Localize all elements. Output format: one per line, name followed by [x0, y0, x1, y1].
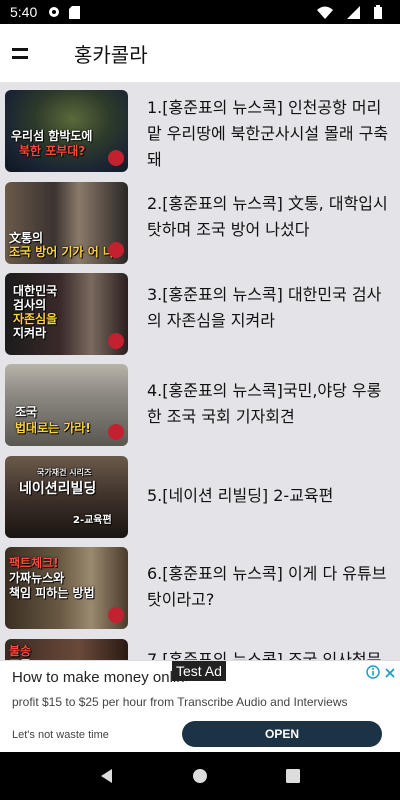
list-item[interactable]: 불송 조국 7.[홍준표의 뉴스콕] 조국 인사청문	[0, 637, 400, 660]
video-title: 4.[홍준표의 뉴스콕]국민,야당 우롱한 조국 국회 기자회견	[147, 381, 382, 426]
video-thumbnail: 조국 법대로는 가라!	[5, 364, 128, 446]
ad-subtext: Let's not waste time	[12, 729, 109, 741]
app-bar: 홍카콜라	[0, 24, 400, 82]
home-button[interactable]	[180, 756, 220, 796]
list-item[interactable]: 국가재건 시리즈 네이션리빌딩 2-교육편 5.[네이션 리빌딩] 2-교육편	[0, 454, 400, 542]
video-list[interactable]: 우리섬 함박도에 북한 포부대? 1.[홍준표의 뉴스콕] 인천공항 머리맡 우…	[0, 82, 400, 660]
video-title: 2.[홍준표의 뉴스콕] 文통, 대학입시 탓하며 조국 방어 나섰다	[147, 194, 388, 239]
sd-card-icon	[69, 5, 81, 19]
menu-icon	[12, 47, 28, 59]
video-title: 1.[홍준표의 뉴스콕] 인천공항 머리맡 우리땅에 북한군사시설 몰래 구축돼	[147, 98, 389, 169]
video-thumbnail: 국가재건 시리즈 네이션리빌딩 2-교육편	[5, 456, 128, 538]
video-title: 3.[홍준표의 뉴스콕] 대한민국 검사의 자존심을 지켜라	[147, 285, 382, 330]
ad-title[interactable]: How to make money online	[12, 669, 187, 686]
system-nav-bar	[0, 752, 400, 800]
page-title: 홍카콜라	[74, 42, 148, 67]
menu-button[interactable]	[0, 24, 56, 82]
battery-icon	[374, 5, 382, 19]
video-title: 7.[홍준표의 뉴스콕] 조국 인사청문	[147, 650, 382, 660]
back-icon	[100, 769, 112, 783]
video-thumbnail: 우리섬 함박도에 북한 포부대?	[5, 90, 128, 172]
recents-button[interactable]	[273, 756, 313, 796]
video-thumbnail: 팩트체크! 가짜뉴스와 책임 피하는 방법	[5, 547, 128, 629]
video-thumbnail: 대한민국 검사의 자존심을 지켜라	[5, 273, 128, 355]
video-thumbnail: 文통의 조국 방어 기가 어 나	[5, 182, 128, 264]
signal-icon	[347, 5, 360, 19]
video-title: 5.[네이션 리빌딩] 2-교육편	[147, 486, 334, 505]
channel-badge	[108, 242, 124, 258]
channel-badge	[108, 607, 124, 623]
list-item[interactable]: 대한민국 검사의 자존심을 지켜라 3.[홍준표의 뉴스콕] 대한민국 검사의 …	[0, 271, 400, 359]
list-item[interactable]: 文통의 조국 방어 기가 어 나 2.[홍준표의 뉴스콕] 文통, 대학입시 탓…	[0, 180, 400, 268]
ad-info-icon[interactable]	[366, 664, 380, 679]
channel-badge	[108, 333, 124, 349]
ad-banner[interactable]: How to make money online Test Ad profit …	[0, 660, 400, 752]
list-item[interactable]: 팩트체크! 가짜뉴스와 책임 피하는 방법 6.[홍준표의 뉴스콕] 이게 다 …	[0, 545, 400, 633]
status-bar: 5:40	[0, 0, 400, 24]
gear-icon	[47, 5, 61, 19]
channel-badge	[108, 150, 124, 166]
list-item[interactable]: 우리섬 함박도에 북한 포부대? 1.[홍준표의 뉴스콕] 인천공항 머리맡 우…	[0, 88, 400, 176]
channel-badge	[108, 424, 124, 440]
back-button[interactable]	[87, 756, 127, 796]
video-thumbnail: 불송 조국	[5, 639, 128, 660]
list-item[interactable]: 조국 법대로는 가라! 4.[홍준표의 뉴스콕]국민,야당 우롱한 조국 국회 …	[0, 362, 400, 450]
video-title: 6.[홍준표의 뉴스콕] 이게 다 유튜브 탓이라고?	[147, 564, 387, 609]
ad-open-button[interactable]: OPEN	[182, 721, 382, 747]
wifi-icon	[317, 6, 333, 19]
clock: 5:40	[10, 4, 38, 20]
ad-close-icon[interactable]	[384, 664, 396, 678]
recents-icon	[286, 769, 301, 783]
test-ad-label: Test Ad	[172, 661, 226, 681]
home-icon	[192, 769, 207, 783]
ad-description: profit $15 to $25 per hour from Transcri…	[12, 695, 348, 709]
